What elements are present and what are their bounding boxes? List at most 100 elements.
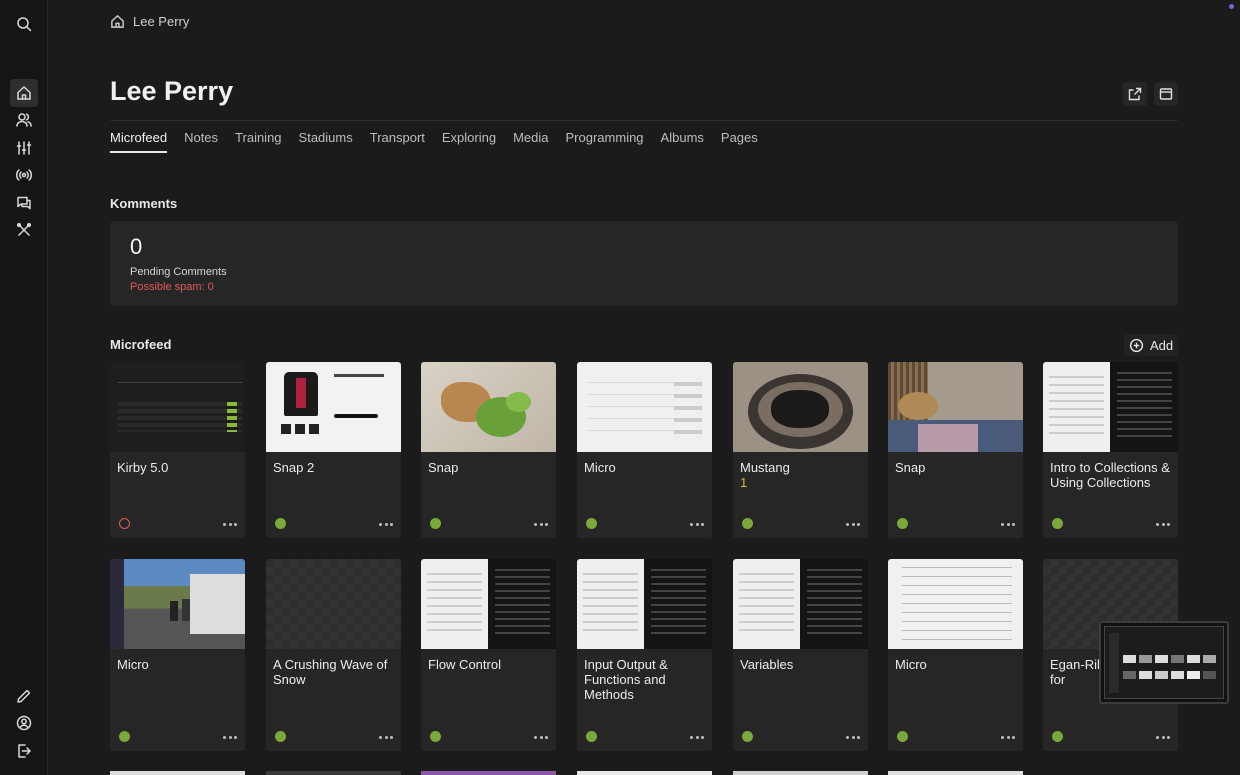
- status-dot-icon[interactable]: [742, 731, 753, 742]
- sliders-icon: [16, 141, 32, 155]
- more-icon[interactable]: [690, 732, 704, 742]
- tab-pages[interactable]: Pages: [721, 121, 758, 153]
- tab-stadiums[interactable]: Stadiums: [299, 121, 353, 153]
- card-thumb-partial: [421, 771, 556, 775]
- microfeed-card[interactable]: Intro to Collections & Using Collections: [1043, 362, 1178, 538]
- tab-albums[interactable]: Albums: [661, 121, 704, 153]
- sidebar-item-edit[interactable]: [10, 682, 38, 710]
- more-icon[interactable]: [1001, 732, 1015, 742]
- card-thumb-partial: [733, 771, 868, 775]
- add-button[interactable]: Add: [1124, 334, 1179, 356]
- open-site-button[interactable]: [1123, 82, 1147, 106]
- card-title: Input Output & Functions and Methods: [584, 657, 668, 702]
- layout-toggle-button[interactable]: [1154, 82, 1178, 106]
- thumbnail-preview-popup: [1099, 621, 1229, 704]
- card-thumb-partial: [110, 771, 245, 775]
- tab-notes[interactable]: Notes: [184, 121, 218, 153]
- status-dot-icon[interactable]: [586, 731, 597, 742]
- microfeed-heading: Microfeed: [110, 337, 172, 352]
- tab-training[interactable]: Training: [235, 121, 281, 153]
- card-thumb-partial: [577, 771, 712, 775]
- more-icon[interactable]: [223, 732, 237, 742]
- status-dot-icon[interactable]: [430, 518, 441, 529]
- sidebar-item-logout[interactable]: [10, 737, 38, 765]
- card-title: Micro: [584, 460, 616, 475]
- tab-microfeed[interactable]: Microfeed: [110, 121, 168, 153]
- sidebar-item-home[interactable]: [10, 79, 38, 107]
- tools-icon: [16, 222, 32, 236]
- status-dot-icon[interactable]: [742, 518, 753, 529]
- microfeed-card[interactable]: Flow Control: [421, 559, 556, 751]
- more-icon[interactable]: [690, 519, 704, 529]
- card-thumbnail: [733, 559, 868, 649]
- card-title: Flow Control: [428, 657, 501, 672]
- sidebar-item-comments[interactable]: [10, 189, 38, 217]
- microfeed-card[interactable]: Micro: [110, 559, 245, 751]
- more-icon[interactable]: [1156, 519, 1170, 529]
- status-dot-icon[interactable]: [430, 731, 441, 742]
- more-icon[interactable]: [846, 519, 860, 529]
- microfeed-card[interactable]: Snap: [888, 362, 1023, 538]
- more-icon[interactable]: [223, 519, 237, 529]
- microfeed-card[interactable]: Kirby 5.0: [110, 362, 245, 538]
- card-title: Variables: [740, 657, 794, 672]
- open-external-icon: [1128, 87, 1142, 101]
- sidebar: [0, 0, 48, 775]
- more-icon[interactable]: [379, 732, 393, 742]
- home-icon: [111, 14, 124, 28]
- card-title: Micro: [117, 657, 149, 672]
- tab-media[interactable]: Media: [513, 121, 548, 153]
- sidebar-item-account[interactable]: [10, 709, 38, 737]
- card-title: Snap: [428, 460, 459, 475]
- sidebar-item-settings[interactable]: [10, 134, 38, 162]
- search-button[interactable]: [10, 10, 38, 38]
- users-icon: [16, 113, 32, 127]
- tab-exploring[interactable]: Exploring: [442, 121, 496, 153]
- more-icon[interactable]: [379, 519, 393, 529]
- tab-bar: Microfeed Notes Training Stadiums Transp…: [110, 120, 1178, 153]
- status-dot-icon[interactable]: [897, 731, 908, 742]
- status-dot-icon[interactable]: [1052, 518, 1063, 529]
- broadcast-icon: [16, 169, 32, 181]
- microfeed-card[interactable]: Mustang 1: [733, 362, 868, 538]
- card-thumbnail: [421, 559, 556, 649]
- microfeed-card[interactable]: A Crushing Wave of Snow: [266, 559, 401, 751]
- komments-panel[interactable]: 0 Pending Comments Possible spam: 0: [110, 221, 1178, 306]
- microfeed-card[interactable]: Snap 2: [266, 362, 401, 538]
- pencil-icon: [17, 689, 31, 703]
- card-title: A Crushing Wave of Snow: [273, 657, 388, 687]
- card-thumbnail: [577, 559, 712, 649]
- microfeed-card[interactable]: Input Output & Functions and Methods: [577, 559, 712, 751]
- card-thumbnail: [110, 559, 245, 649]
- status-dot-icon[interactable]: [275, 731, 286, 742]
- pending-label: Pending Comments: [130, 266, 227, 278]
- more-icon[interactable]: [534, 519, 548, 529]
- more-icon[interactable]: [534, 732, 548, 742]
- status-dot-icon[interactable]: [275, 518, 286, 529]
- card-title: Intro to Collections & Using Collections: [1050, 460, 1170, 490]
- status-dot-icon[interactable]: [897, 518, 908, 529]
- tab-transport[interactable]: Transport: [370, 121, 425, 153]
- tab-programming[interactable]: Programming: [566, 121, 644, 153]
- microfeed-card[interactable]: Variables: [733, 559, 868, 751]
- layout-icon: [1159, 88, 1173, 100]
- microfeed-card[interactable]: Snap: [421, 362, 556, 538]
- account-icon: [16, 715, 32, 731]
- status-dot-icon[interactable]: [586, 518, 597, 529]
- status-dot-icon[interactable]: [1052, 731, 1063, 742]
- sidebar-item-broadcast[interactable]: [10, 161, 38, 189]
- pending-count: 0: [130, 234, 143, 259]
- add-circle-icon: [1129, 338, 1144, 352]
- page-title: Lee Perry: [110, 76, 234, 106]
- more-icon[interactable]: [1156, 732, 1170, 742]
- microfeed-card[interactable]: Micro: [888, 559, 1023, 751]
- sidebar-item-users[interactable]: [10, 106, 38, 134]
- breadcrumb[interactable]: Lee Perry: [110, 14, 189, 29]
- sidebar-item-tools[interactable]: [10, 216, 38, 244]
- status-dot-icon[interactable]: [119, 731, 130, 742]
- microfeed-card[interactable]: Micro: [577, 362, 712, 538]
- breadcrumb-label[interactable]: Lee Perry: [133, 14, 189, 29]
- more-icon[interactable]: [1001, 519, 1015, 529]
- more-icon[interactable]: [846, 732, 860, 742]
- status-dot-icon[interactable]: [119, 518, 130, 529]
